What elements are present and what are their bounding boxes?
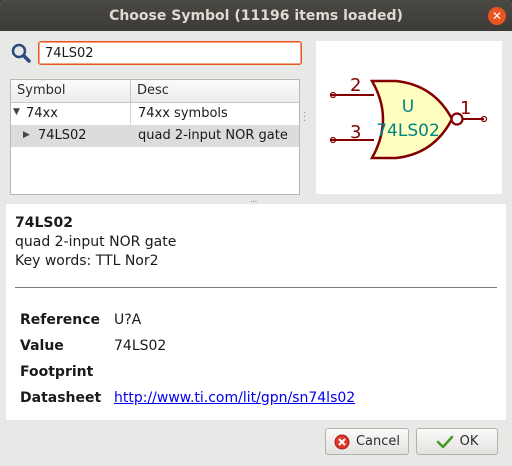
column-header-desc[interactable]: Desc bbox=[131, 80, 169, 102]
search-input[interactable] bbox=[38, 41, 302, 65]
pin-2-label: 2 bbox=[350, 75, 361, 96]
pin-1-label: 1 bbox=[460, 98, 471, 119]
field-label-datasheet: Datasheet bbox=[20, 390, 102, 406]
field-label-footprint: Footprint bbox=[20, 364, 94, 380]
value-label: 74LS02 bbox=[376, 121, 440, 141]
symbol-name: 74LS02 bbox=[15, 215, 73, 231]
symbol-tree[interactable]: Symbol Desc ▼ 74xx 74xx symbols ▶ 74LS02… bbox=[10, 79, 300, 195]
details-divider bbox=[15, 287, 497, 288]
field-value-reference: U?A bbox=[114, 312, 142, 328]
symbol-keywords: Key words: TTL Nor2 bbox=[15, 253, 159, 269]
cancel-label: Cancel bbox=[355, 434, 401, 449]
expand-arrow-icon[interactable]: ▼ bbox=[13, 101, 20, 123]
ok-button[interactable]: OK bbox=[416, 428, 498, 455]
field-value-value: 74LS02 bbox=[114, 338, 167, 354]
pin-3-label: 3 bbox=[350, 122, 361, 143]
field-label-reference: Reference bbox=[20, 312, 101, 328]
tree-row-symbol: 74xx bbox=[26, 106, 58, 121]
cancel-icon bbox=[334, 434, 350, 449]
tree-row-desc: quad 2-input NOR gate bbox=[130, 125, 288, 147]
tree-row-symbol: 74LS02 bbox=[38, 128, 87, 143]
choose-symbol-dialog: Choose Symbol (11196 items loaded) ✕ Sym… bbox=[0, 0, 512, 466]
title-bar: Choose Symbol (11196 items loaded) ✕ bbox=[0, 0, 512, 31]
collapsed-arrow-icon[interactable]: ▶ bbox=[23, 124, 30, 146]
tree-row-library[interactable]: ▼ 74xx 74xx symbols bbox=[11, 103, 299, 125]
close-icon[interactable]: ✕ bbox=[488, 7, 506, 25]
ref-label: U bbox=[402, 97, 414, 117]
gate-body bbox=[369, 79, 454, 160]
vertical-splitter-handle[interactable]: · · · bbox=[303, 109, 306, 127]
tree-row-symbol-selected[interactable]: ▶ 74LS02 quad 2-input NOR gate bbox=[11, 125, 299, 147]
field-label-value: Value bbox=[20, 338, 64, 354]
ok-label: OK bbox=[459, 434, 479, 449]
symbol-preview: 2 3 1 U 74LS02 bbox=[316, 41, 502, 194]
column-header-symbol[interactable]: Symbol bbox=[11, 80, 131, 102]
symbol-description: quad 2-input NOR gate bbox=[15, 234, 177, 250]
search-icon bbox=[11, 43, 31, 63]
checkmark-icon bbox=[436, 435, 453, 448]
tree-row-desc: 74xx symbols bbox=[130, 103, 228, 125]
window-title: Choose Symbol (11196 items loaded) bbox=[109, 7, 403, 24]
tree-header: Symbol Desc bbox=[11, 80, 299, 103]
cancel-button[interactable]: Cancel bbox=[325, 428, 409, 455]
symbol-details-panel: 74LS02 quad 2-input NOR gate Key words: … bbox=[6, 204, 506, 420]
datasheet-link[interactable]: http://www.ti.com/lit/gpn/sn74ls02 bbox=[114, 390, 355, 406]
nor-gate-drawing: 2 3 1 U 74LS02 bbox=[329, 75, 488, 160]
